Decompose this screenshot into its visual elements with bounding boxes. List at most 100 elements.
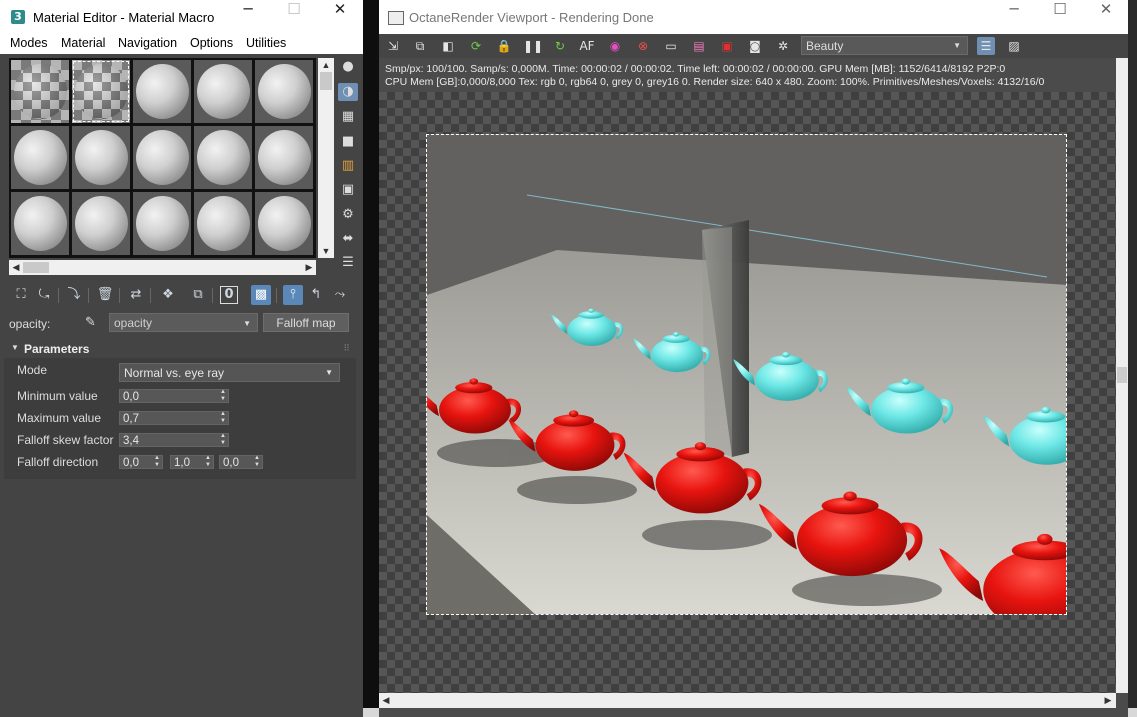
sample-slot[interactable] bbox=[194, 192, 252, 255]
lock-icon[interactable]: 🔒 bbox=[495, 37, 513, 55]
sample-type-icon[interactable]: ● bbox=[338, 58, 358, 76]
scroll-up-icon[interactable]: ▲ bbox=[318, 58, 334, 72]
scroll-left-icon[interactable]: ◀ bbox=[379, 693, 393, 708]
reload-icon[interactable]: ↻ bbox=[551, 37, 569, 55]
render-queue-icon[interactable]: ▣ bbox=[718, 37, 736, 55]
sample-slot[interactable] bbox=[255, 60, 313, 123]
make-unique-icon[interactable]: ⇄ bbox=[126, 285, 146, 305]
falloff-skew-spinner[interactable]: 3,4 ▲ ▼ bbox=[119, 433, 229, 447]
sample-slot[interactable] bbox=[194, 126, 252, 189]
copy-image-icon[interactable]: ⧉ bbox=[411, 37, 429, 55]
direction-z-spinner[interactable]: 0,0 ▲ ▼ bbox=[219, 455, 263, 469]
sample-slot[interactable] bbox=[194, 60, 252, 123]
direction-y-spinner[interactable]: 1,0 ▲ ▼ bbox=[170, 455, 214, 469]
maximize-button[interactable]: ☐ bbox=[271, 0, 317, 34]
sample-slot[interactable] bbox=[11, 126, 69, 189]
menu-modes[interactable]: Modes bbox=[10, 36, 48, 50]
render-image[interactable] bbox=[426, 134, 1067, 615]
spinner-arrows-icon[interactable]: ▲ ▼ bbox=[220, 389, 226, 403]
title-bar[interactable]: 3 Material Editor - Material Macro ─ ☐ ✕ bbox=[0, 0, 363, 34]
sample-slot[interactable] bbox=[72, 192, 130, 255]
background-icon[interactable]: ▦ bbox=[338, 108, 358, 126]
sample-slot[interactable] bbox=[11, 60, 69, 123]
spinner-arrows-icon[interactable]: ▲ ▼ bbox=[220, 433, 226, 447]
material-id-zero-icon[interactable]: 0 bbox=[220, 286, 238, 304]
direction-x-spinner[interactable]: 0,0 ▲ ▼ bbox=[119, 455, 163, 469]
sample-uv-tiling-icon[interactable]: ■ bbox=[338, 133, 358, 151]
options-icon[interactable]: ⚙ bbox=[338, 206, 358, 224]
close-button[interactable]: ✕ bbox=[317, 0, 363, 34]
sample-slot[interactable] bbox=[72, 60, 130, 123]
film-region-icon[interactable]: ▤ bbox=[690, 37, 708, 55]
sample-slot[interactable] bbox=[133, 126, 191, 189]
sample-slot[interactable] bbox=[133, 192, 191, 255]
spinner-arrows-icon[interactable]: ▲ ▼ bbox=[205, 455, 211, 469]
viewport-vertical-scrollbar[interactable] bbox=[1116, 58, 1128, 693]
maximize-button[interactable]: ☐ bbox=[1037, 0, 1083, 34]
go-forward-to-sibling-icon[interactable]: ⤳ bbox=[330, 285, 350, 305]
show-shaded-material-icon[interactable]: ▩ bbox=[251, 285, 271, 305]
image-view-icon[interactable]: ▨ bbox=[1005, 37, 1023, 55]
backlight-icon[interactable]: ◑ bbox=[338, 83, 358, 101]
render-pass-dropdown[interactable]: Beauty ▼ bbox=[801, 36, 968, 55]
mode-dropdown[interactable]: Normal vs. eye ray ▼ bbox=[119, 363, 340, 382]
put-to-library-icon[interactable]: ❖ bbox=[158, 285, 178, 305]
region-render-icon[interactable]: ⊗ bbox=[634, 37, 652, 55]
put-to-scene-icon[interactable]: ⤿ bbox=[34, 285, 54, 305]
material-id-channel-icon[interactable]: ⧉ bbox=[188, 285, 208, 305]
sample-slot[interactable] bbox=[133, 60, 191, 123]
map-name-dropdown[interactable]: opacity ▼ bbox=[109, 313, 258, 332]
slots-horizontal-scrollbar[interactable]: ◀ ▶ bbox=[9, 260, 316, 275]
menu-utilities[interactable]: Utilities bbox=[246, 36, 286, 50]
material-navigator-icon[interactable]: ☰ bbox=[338, 254, 358, 272]
display-icon[interactable]: ▭ bbox=[662, 37, 680, 55]
scroll-left-icon[interactable]: ◀ bbox=[9, 260, 23, 275]
scroll-down-icon[interactable]: ▼ bbox=[318, 244, 334, 258]
menu-options[interactable]: Options bbox=[190, 36, 233, 50]
minimize-button[interactable]: ─ bbox=[991, 0, 1037, 34]
menu-material[interactable]: Material bbox=[61, 36, 105, 50]
video-color-check-icon[interactable]: ▥ bbox=[338, 157, 358, 175]
minimize-button[interactable]: ─ bbox=[225, 0, 271, 34]
scroll-right-icon[interactable]: ▶ bbox=[1101, 693, 1115, 708]
show-end-result-icon[interactable]: ⫯ bbox=[283, 285, 303, 305]
restart-render-icon[interactable]: ⟳ bbox=[467, 37, 485, 55]
go-to-parent-icon[interactable]: ↰ bbox=[306, 285, 326, 305]
assign-to-selection-icon[interactable]: ⤵ bbox=[64, 285, 84, 305]
map-type-button[interactable]: Falloff map bbox=[263, 313, 349, 332]
select-by-material-icon[interactable]: ⬌ bbox=[338, 230, 358, 248]
scroll-thumb[interactable] bbox=[23, 262, 49, 273]
slots-vertical-scrollbar[interactable]: ▲ ▼ bbox=[318, 58, 334, 258]
sample-slot[interactable] bbox=[11, 192, 69, 255]
settings-icon[interactable]: ✲ bbox=[774, 37, 792, 55]
3dsmax-app-icon: 3 bbox=[11, 10, 25, 24]
menu-navigation[interactable]: Navigation bbox=[118, 36, 177, 50]
spinner-arrows-icon[interactable]: ▲ ▼ bbox=[220, 411, 226, 425]
spinner-arrows-icon[interactable]: ▲ ▼ bbox=[154, 455, 160, 469]
viewport-horizontal-scrollbar[interactable]: ◀ ▶ bbox=[379, 693, 1116, 708]
minimum-value-spinner[interactable]: 0,0 ▲ ▼ bbox=[119, 389, 229, 403]
material-sphere-preview bbox=[258, 64, 311, 119]
maximum-value-spinner[interactable]: 0,7 ▲ ▼ bbox=[119, 411, 229, 425]
get-material-icon[interactable]: ⛶ bbox=[11, 285, 31, 305]
color-picker-icon[interactable]: ◉ bbox=[606, 37, 624, 55]
zoom-fit-icon[interactable]: ◧ bbox=[439, 37, 457, 55]
make-preview-icon[interactable]: ▣ bbox=[338, 181, 358, 199]
scroll-right-icon[interactable]: ▶ bbox=[302, 260, 316, 275]
rollout-header[interactable]: ▼ Parameters ⠿ bbox=[4, 339, 356, 358]
eyedropper-icon[interactable]: ✎ bbox=[85, 315, 96, 330]
pause-icon[interactable]: ❚❚ bbox=[523, 37, 543, 55]
auto-focus-icon[interactable]: AF bbox=[578, 37, 596, 55]
reset-map-icon[interactable]: 🗑 bbox=[95, 285, 115, 305]
list-view-icon[interactable]: ☰ bbox=[977, 37, 995, 55]
title-bar[interactable]: OctaneRender Viewport - Rendering Done ─… bbox=[379, 0, 1128, 34]
sample-slot[interactable] bbox=[255, 126, 313, 189]
save-image-icon[interactable]: ⇲ bbox=[384, 37, 402, 55]
sample-slot[interactable] bbox=[255, 192, 313, 255]
spinner-arrows-icon[interactable]: ▲ ▼ bbox=[254, 455, 260, 469]
scroll-thumb[interactable] bbox=[320, 72, 332, 90]
scroll-thumb[interactable] bbox=[1117, 367, 1127, 383]
sample-slot[interactable] bbox=[72, 126, 130, 189]
close-button[interactable]: ✕ bbox=[1083, 0, 1128, 34]
camera-icon[interactable]: ◙ bbox=[746, 37, 764, 55]
